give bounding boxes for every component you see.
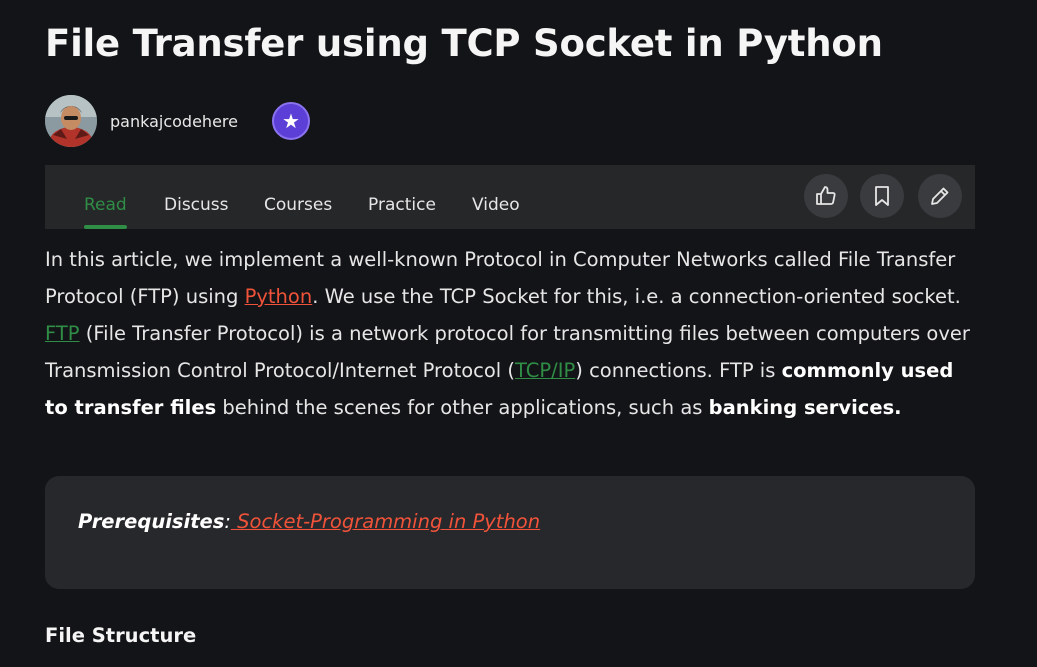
tab-video[interactable]: Video <box>472 195 520 215</box>
bookmark-button[interactable] <box>860 174 904 218</box>
tab-read[interactable]: Read <box>84 195 127 229</box>
bold-text: banking services. <box>708 396 902 419</box>
author-name[interactable]: pankajcodehere <box>110 112 238 131</box>
bookmark-icon <box>875 186 889 206</box>
pencil-icon <box>931 187 949 205</box>
page-title: File Transfer using TCP Socket in Python <box>45 22 883 65</box>
tab-practice[interactable]: Practice <box>368 195 436 215</box>
article-text: ) connections. FTP is <box>575 359 782 382</box>
prerequisites-line: Prerequisites: Socket-Programming in Pyt… <box>78 510 540 533</box>
article-page: File Transfer using TCP Socket in Python… <box>0 0 1037 667</box>
thumbs-up-icon <box>816 186 836 205</box>
like-button[interactable] <box>804 174 848 218</box>
prerequisites-colon: : <box>224 510 231 533</box>
article-text: behind the scenes for other applications… <box>216 396 709 419</box>
star-badge-icon[interactable]: ★ <box>271 102 310 140</box>
article-intro-paragraph: In this article, we implement a well-kno… <box>45 241 975 426</box>
python-link[interactable]: Python <box>245 285 313 308</box>
author-avatar[interactable] <box>45 95 97 147</box>
tab-courses[interactable]: Courses <box>264 195 332 215</box>
article-tab-bar: Read Discuss Courses Practice Video <box>45 165 975 229</box>
author-row: pankajcodehere ★ <box>45 95 310 147</box>
avatar-image <box>45 95 97 147</box>
socket-programming-link[interactable]: Socket-Programming in Python <box>231 510 540 533</box>
tab-discuss[interactable]: Discuss <box>164 195 229 215</box>
edit-button[interactable] <box>918 174 962 218</box>
section-heading-file-structure: File Structure <box>45 624 197 647</box>
ftp-link[interactable]: FTP <box>45 322 80 345</box>
article-text: . We use the TCP Socket for this, i.e. a… <box>312 285 961 308</box>
prerequisites-label: Prerequisites <box>78 510 225 533</box>
tcpip-link[interactable]: TCP/IP <box>515 359 575 382</box>
prerequisites-box: Prerequisites: Socket-Programming in Pyt… <box>45 476 975 589</box>
